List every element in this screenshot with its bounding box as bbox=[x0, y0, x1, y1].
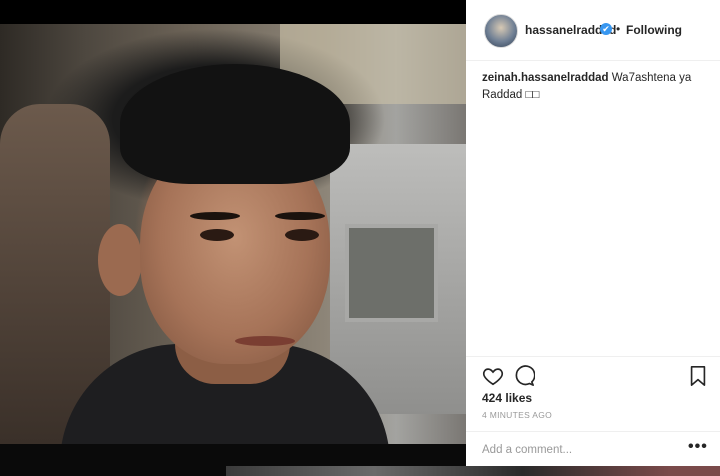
header-separator: • bbox=[616, 22, 621, 36]
verified-badge-icon: ✔ bbox=[600, 23, 612, 35]
photo-mouth bbox=[235, 336, 295, 346]
photo-brow bbox=[190, 212, 240, 220]
photo-ear bbox=[98, 224, 142, 296]
comment-icon[interactable] bbox=[513, 365, 535, 387]
post-photo[interactable] bbox=[0, 24, 466, 444]
avatar[interactable] bbox=[484, 14, 518, 48]
photo-vehicle-window bbox=[345, 224, 438, 322]
post-side-panel: hassanelraddad ✔ • Following zeinah.hass… bbox=[466, 0, 720, 466]
post-timestamp: 4 MINUTES AGO bbox=[482, 410, 553, 420]
bookmark-icon[interactable] bbox=[688, 365, 708, 387]
photo-brow bbox=[275, 212, 325, 220]
comment-author-link[interactable]: zeinah.hassanelraddad bbox=[482, 72, 609, 84]
add-comment-input[interactable] bbox=[482, 441, 672, 459]
photo-hair bbox=[120, 64, 350, 184]
following-button[interactable]: Following bbox=[626, 23, 682, 37]
add-comment-section: ••• bbox=[466, 431, 720, 468]
photo-eye bbox=[285, 229, 319, 241]
post-actions: 424 likes 4 MINUTES AGO ••• bbox=[466, 356, 720, 467]
post-header: hassanelraddad ✔ • Following bbox=[466, 0, 720, 61]
heart-icon[interactable] bbox=[482, 365, 504, 387]
likes-count[interactable]: 424 likes bbox=[482, 391, 532, 405]
comment: zeinah.hassanelraddad Wa7ashtena ya Radd… bbox=[482, 70, 707, 104]
photo-eye bbox=[200, 229, 234, 241]
more-options-icon[interactable]: ••• bbox=[688, 438, 708, 456]
